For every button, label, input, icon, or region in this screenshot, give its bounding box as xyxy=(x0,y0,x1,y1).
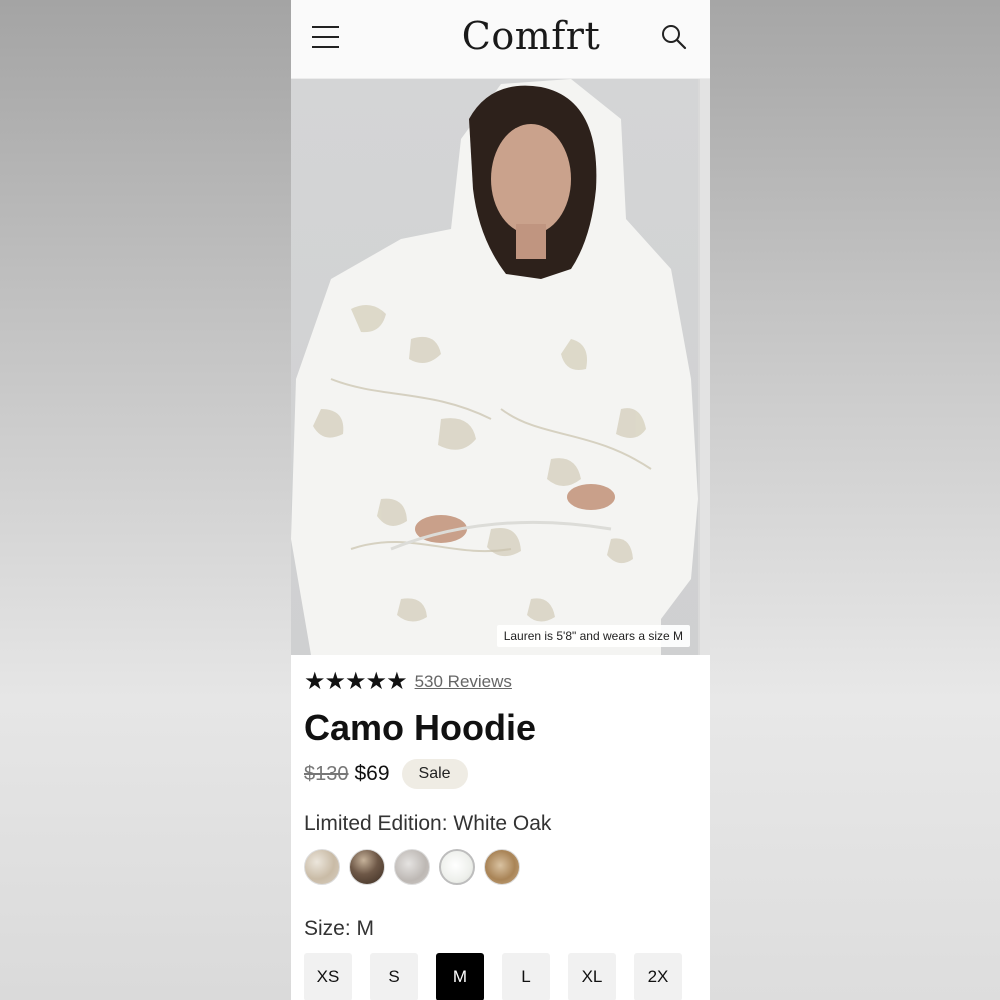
site-logo[interactable]: Comfrt xyxy=(441,14,621,58)
product-photo xyxy=(291,79,698,655)
color-swatches xyxy=(304,849,529,885)
product-title: Camo Hoodie xyxy=(304,707,537,748)
color-swatch-selected[interactable] xyxy=(439,849,475,885)
mobile-screen: Comfrt Lauren is 5'8" and wears a size M… xyxy=(291,0,710,1000)
size-option-s[interactable]: S xyxy=(370,953,418,1000)
reviews-link[interactable]: 530 Reviews xyxy=(415,672,512,692)
rating-row: ★★★★★ 530 Reviews xyxy=(304,669,512,695)
background-right xyxy=(710,0,1000,1000)
size-selector: XS S M L XL 2X xyxy=(304,953,700,1000)
color-swatch-1[interactable] xyxy=(304,849,340,885)
color-label: Limited Edition: White Oak xyxy=(304,812,552,835)
color-swatch-5[interactable] xyxy=(484,849,520,885)
color-swatch-2[interactable] xyxy=(349,849,385,885)
hamburger-menu-icon[interactable] xyxy=(312,24,339,50)
size-option-l[interactable]: L xyxy=(502,953,550,1000)
size-option-xs[interactable]: XS xyxy=(304,953,352,1000)
background-left xyxy=(0,0,291,1000)
sale-badge: Sale xyxy=(401,759,468,789)
size-option-m-selected[interactable]: M xyxy=(436,953,484,1000)
color-swatch-3[interactable] xyxy=(394,849,430,885)
site-header: Comfrt xyxy=(291,0,710,79)
size-option-2x[interactable]: 2X xyxy=(634,953,682,1000)
star-rating-icon: ★★★★★ xyxy=(304,668,408,695)
size-label: Size: M xyxy=(304,917,375,940)
model-size-caption: Lauren is 5'8" and wears a size M xyxy=(496,625,690,647)
original-price: $130 xyxy=(304,762,349,785)
price-row: $130 $69 Sale xyxy=(304,757,468,791)
sale-price: $69 xyxy=(354,762,390,785)
product-image-gallery[interactable]: Lauren is 5'8" and wears a size M xyxy=(291,79,710,655)
search-icon[interactable] xyxy=(661,24,687,50)
size-option-xl[interactable]: XL xyxy=(568,953,616,1000)
next-photo-peek[interactable] xyxy=(700,79,710,655)
